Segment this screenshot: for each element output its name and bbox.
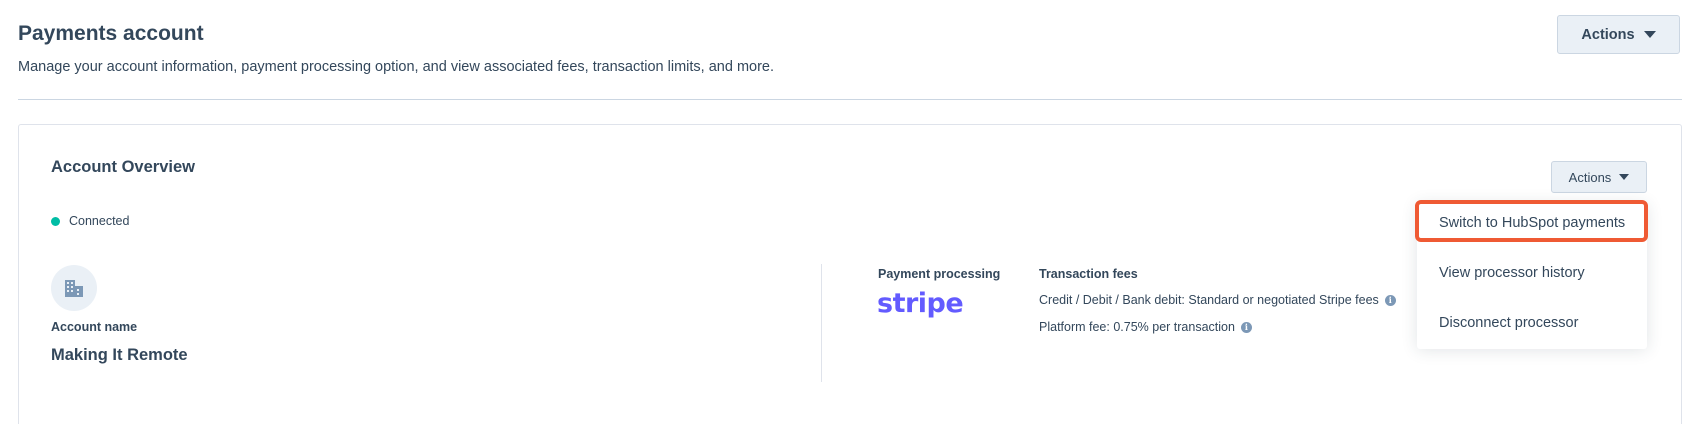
- platform-fee-line: Platform fee: 0.75% per transaction i: [1039, 320, 1252, 334]
- account-name-value: Making It Remote: [51, 346, 188, 364]
- caret-down-icon: [1643, 31, 1656, 38]
- platform-fee-text: Platform fee: 0.75% per transaction: [1039, 320, 1235, 334]
- section-divider: [821, 264, 822, 382]
- menu-item-switch-to-hubspot-payments[interactable]: Switch to HubSpot payments: [1439, 215, 1625, 231]
- overview-actions-button[interactable]: Actions: [1551, 161, 1647, 193]
- menu-item-disconnect-processor[interactable]: Disconnect processor: [1439, 315, 1578, 331]
- header-divider: [18, 99, 1682, 100]
- card-fee-line: Credit / Debit / Bank debit: Standard or…: [1039, 293, 1396, 307]
- account-overview-title: Account Overview: [51, 158, 195, 176]
- menu-item-view-processor-history[interactable]: View processor history: [1439, 265, 1585, 281]
- actions-dropdown-menu: Switch to HubSpot payments View processo…: [1417, 203, 1647, 349]
- account-name-label: Account name: [51, 320, 138, 334]
- stripe-logo: stripe: [877, 288, 964, 319]
- status-text: Connected: [69, 214, 130, 228]
- caret-down-icon: [1619, 174, 1630, 180]
- page-title: Payments account: [18, 22, 204, 45]
- info-icon[interactable]: i: [1384, 294, 1396, 306]
- payment-processing-label: Payment processing: [878, 267, 1001, 281]
- connection-status: Connected: [51, 214, 129, 228]
- card-fee-text: Credit / Debit / Bank debit: Standard or…: [1039, 293, 1379, 307]
- header-actions-label: Actions: [1581, 26, 1635, 43]
- building-icon: [51, 265, 97, 311]
- info-icon[interactable]: i: [1240, 321, 1252, 333]
- header-actions-button[interactable]: Actions: [1557, 15, 1680, 54]
- status-dot-icon: [51, 216, 60, 226]
- overview-actions-label: Actions: [1568, 169, 1612, 185]
- page-subtitle: Manage your account information, payment…: [18, 59, 775, 75]
- transaction-fees-label: Transaction fees: [1039, 267, 1138, 281]
